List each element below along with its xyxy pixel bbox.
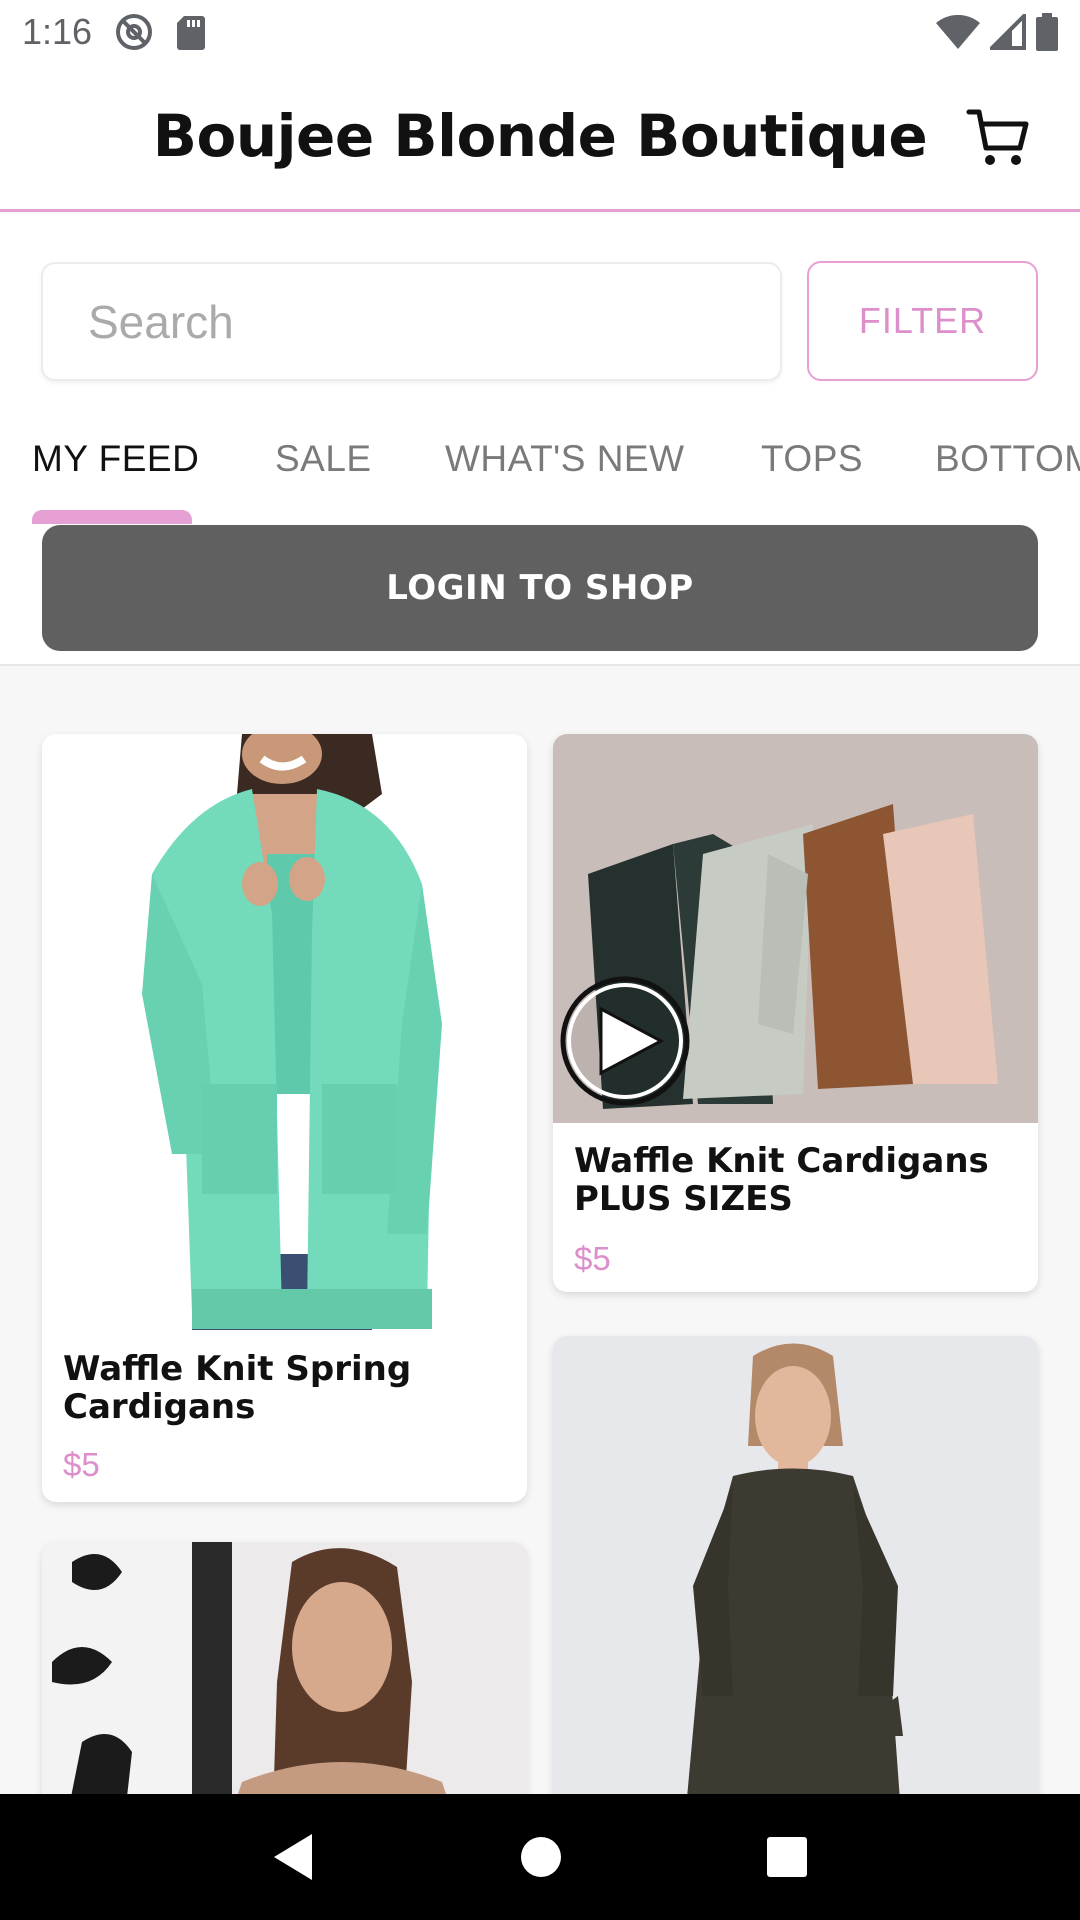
filter-button[interactable]: FILTER <box>807 261 1038 381</box>
product-card[interactable] <box>553 1336 1038 1842</box>
signal-icon <box>990 14 1026 50</box>
tab-whats-new[interactable]: WHAT'S NEW <box>445 438 685 480</box>
status-bar: 1:16 <box>0 0 1080 64</box>
shopping-cart-icon[interactable] <box>966 104 1032 170</box>
mint-cardigan-photo <box>42 734 527 1330</box>
search-input[interactable] <box>41 262 782 381</box>
back-icon[interactable] <box>272 1832 316 1882</box>
category-tabs: MY FEED SALE WHAT'S NEW TOPS BOTTOMS <box>0 418 1080 524</box>
battery-icon <box>1036 13 1058 51</box>
product-card[interactable]: Waffle Knit Spring Cardigans $5 <box>42 734 527 1502</box>
product-title: Waffle Knit Spring Cardigans <box>63 1349 412 1427</box>
tab-sale[interactable]: SALE <box>275 438 372 480</box>
product-title: Waffle Knit Cardigans PLUS SIZES <box>574 1141 989 1219</box>
at-sign-icon <box>116 14 153 50</box>
tab-my-feed[interactable]: MY FEED <box>32 438 199 480</box>
active-tab-indicator <box>32 510 192 524</box>
product-price: $5 <box>63 1446 100 1483</box>
tab-tops[interactable]: TOPS <box>761 438 863 480</box>
product-feed: Waffle Knit Spring Cardigans $5 Waffle K… <box>0 664 1080 1842</box>
wifi-icon <box>936 15 980 49</box>
tab-bottoms[interactable]: BOTTOMS <box>935 438 1080 480</box>
status-time: 1:16 <box>22 11 93 52</box>
app-title: Boujee Blonde Boutique <box>152 102 928 170</box>
product-price: $5 <box>574 1240 611 1277</box>
sd-card-icon <box>177 16 206 50</box>
recents-icon[interactable] <box>766 1836 808 1878</box>
system-nav-bar <box>0 1794 1080 1920</box>
black-dress-photo <box>553 1336 1038 1842</box>
app-header: Boujee Blonde Boutique <box>0 64 1080 212</box>
status-right <box>936 13 1058 51</box>
home-icon[interactable] <box>519 1835 563 1879</box>
play-video-icon[interactable] <box>558 974 692 1108</box>
product-card[interactable]: Waffle Knit Cardigans PLUS SIZES $5 <box>553 734 1038 1292</box>
login-to-shop-button[interactable]: LOGIN TO SHOP <box>42 525 1038 651</box>
status-left: 1:16 <box>22 11 206 53</box>
